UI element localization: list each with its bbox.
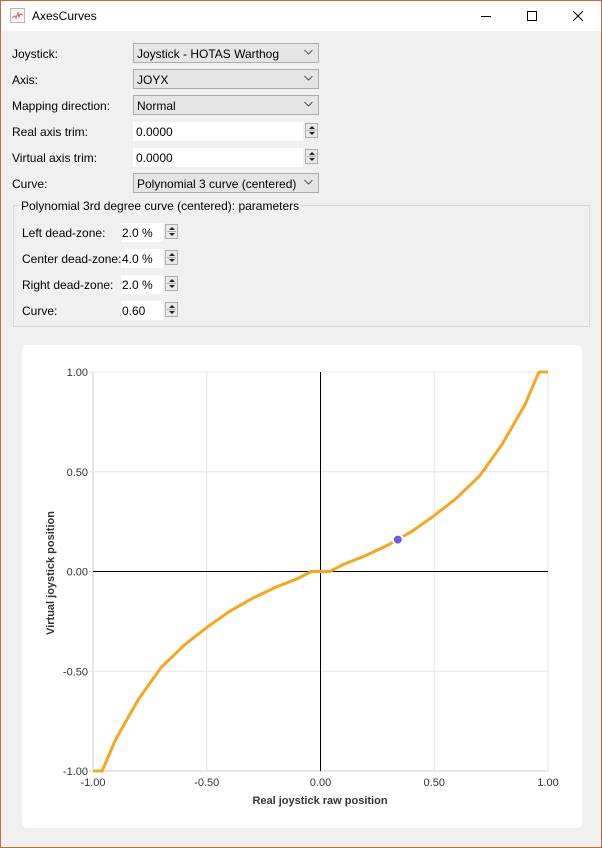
title-bar: AxesCurves bbox=[1, 1, 601, 31]
minimize-button[interactable] bbox=[463, 1, 509, 31]
real-axis-trim-spinbox: 0.0000 bbox=[133, 122, 320, 141]
parameters-group-title: Polynomial 3rd degree curve (centered): … bbox=[20, 199, 301, 213]
curve-param-input[interactable]: 0.60 bbox=[121, 301, 163, 320]
arrow-down-icon bbox=[309, 158, 315, 161]
joystick-select[interactable]: Joystick - HOTAS Warthog bbox=[133, 43, 319, 63]
arrow-up-icon bbox=[169, 253, 175, 256]
center-dead-zone-label: Center dead-zone: bbox=[22, 252, 122, 266]
real-axis-trim-stepper[interactable] bbox=[305, 123, 318, 138]
x-tick-label: 0.00 bbox=[310, 777, 331, 789]
arrow-up-icon bbox=[169, 227, 175, 230]
y-tick-label: 0.00 bbox=[67, 567, 88, 579]
right-dead-zone-value: 2.0 % bbox=[122, 278, 153, 292]
arrow-down-icon bbox=[169, 311, 175, 314]
right-dead-zone-label: Right dead-zone: bbox=[22, 278, 114, 292]
virtual-axis-trim-label: Virtual axis trim: bbox=[12, 151, 98, 165]
real-axis-trim-label: Real axis trim: bbox=[12, 125, 89, 139]
curve-select[interactable]: Polynomial 3 curve (centered) bbox=[133, 173, 319, 193]
x-tick-label: 0.50 bbox=[424, 777, 445, 789]
y-tick-label: -0.50 bbox=[63, 666, 88, 678]
center-dead-zone-row: Center dead-zone: 4.0 % bbox=[1, 248, 201, 270]
curve-param-stepper[interactable] bbox=[165, 302, 178, 317]
left-dead-zone-stepper[interactable] bbox=[165, 224, 178, 239]
curve-chart-card: -1.00 -0.50 0.00 0.50 1.00 1.00 0.50 0.00 -0.50 -… bbox=[22, 345, 582, 828]
x-tick-label: -1.00 bbox=[80, 777, 105, 789]
minimize-icon bbox=[481, 16, 491, 17]
center-dead-zone-stepper[interactable] bbox=[165, 250, 178, 265]
arrow-up-icon bbox=[169, 279, 175, 282]
virtual-axis-trim-value: 0.0000 bbox=[136, 151, 173, 165]
right-dead-zone-stepper[interactable] bbox=[165, 276, 178, 291]
mapping-direction-label: Mapping direction: bbox=[12, 99, 111, 113]
curve-select-value: Polynomial 3 curve (centered) bbox=[137, 177, 297, 191]
current-position-marker bbox=[391, 533, 404, 546]
axes-curves-window: AxesCurves Joystick: Joystick - HOTAS Wa… bbox=[0, 0, 602, 848]
curve-label: Curve: bbox=[12, 177, 48, 191]
axis-row: Axis: JOYX bbox=[1, 69, 601, 91]
right-dead-zone-input[interactable]: 2.0 % bbox=[121, 275, 163, 294]
joystick-select-value: Joystick - HOTAS Warthog bbox=[137, 47, 280, 61]
curve-chart[interactable]: -1.00 -0.50 0.00 0.50 1.00 1.00 0.50 0.00 -0.50 -… bbox=[22, 345, 582, 828]
axis-select-value: JOYX bbox=[137, 73, 169, 87]
x-tick-label: -0.50 bbox=[194, 777, 219, 789]
maximize-button[interactable] bbox=[509, 1, 555, 31]
right-dead-zone-row: Right dead-zone: 2.0 % bbox=[1, 274, 201, 296]
joystick-label: Joystick: bbox=[12, 47, 59, 61]
real-axis-trim-input[interactable]: 0.0000 bbox=[133, 122, 303, 141]
y-tick-label: 1.00 bbox=[67, 367, 88, 379]
left-dead-zone-input[interactable]: 2.0 % bbox=[121, 223, 163, 242]
axis-select[interactable]: JOYX bbox=[133, 69, 319, 89]
curve-row: Curve: Polynomial 3 curve (centered) bbox=[1, 173, 601, 195]
close-icon bbox=[573, 11, 583, 21]
chevron-down-icon bbox=[304, 75, 313, 81]
left-dead-zone-label: Left dead-zone: bbox=[22, 226, 106, 240]
arrow-down-icon bbox=[169, 233, 175, 236]
virtual-axis-trim-stepper[interactable] bbox=[305, 149, 318, 164]
x-axis-label: Real joystick raw position bbox=[252, 795, 387, 807]
center-dead-zone-input[interactable]: 4.0 % bbox=[121, 249, 163, 268]
y-axis-label: Virtual joystick position bbox=[45, 511, 57, 635]
maximize-icon bbox=[527, 11, 537, 21]
joystick-row: Joystick: Joystick - HOTAS Warthog bbox=[1, 43, 601, 65]
x-tick-label: 1.00 bbox=[537, 777, 558, 789]
arrow-up-icon bbox=[169, 305, 175, 308]
left-dead-zone-value: 2.0 % bbox=[122, 226, 153, 240]
virtual-axis-trim-spinbox: 0.0000 bbox=[133, 148, 320, 167]
left-dead-zone-row: Left dead-zone: 2.0 % bbox=[1, 222, 201, 244]
arrow-up-icon bbox=[309, 152, 315, 155]
y-tick-label: -1.00 bbox=[63, 766, 88, 778]
virtual-axis-trim-input[interactable]: 0.0000 bbox=[133, 148, 303, 167]
arrow-down-icon bbox=[169, 285, 175, 288]
real-axis-trim-value: 0.0000 bbox=[136, 125, 173, 139]
real-axis-trim-row: Real axis trim: 0.0000 bbox=[1, 121, 601, 143]
virtual-axis-trim-row: Virtual axis trim: 0.0000 bbox=[1, 147, 601, 169]
chevron-down-icon bbox=[304, 49, 313, 55]
mapping-direction-select[interactable]: Normal bbox=[133, 95, 319, 115]
mapping-direction-value: Normal bbox=[137, 99, 176, 113]
arrow-down-icon bbox=[169, 259, 175, 262]
center-dead-zone-value: 4.0 % bbox=[122, 252, 153, 266]
chevron-down-icon bbox=[304, 101, 313, 107]
mapping-direction-row: Mapping direction: Normal bbox=[1, 95, 601, 117]
curve-param-row: Curve: 0.60 bbox=[1, 300, 201, 322]
y-tick-label: 0.50 bbox=[67, 467, 88, 479]
curve-param-label: Curve: bbox=[22, 304, 58, 318]
arrow-down-icon bbox=[309, 132, 315, 135]
app-chart-icon bbox=[10, 8, 25, 23]
curve-param-value: 0.60 bbox=[122, 304, 146, 318]
chevron-down-icon bbox=[304, 179, 313, 185]
window-title: AxesCurves bbox=[32, 9, 97, 23]
arrow-up-icon bbox=[309, 126, 315, 129]
close-button[interactable] bbox=[555, 1, 601, 31]
axis-label: Axis: bbox=[12, 73, 39, 87]
